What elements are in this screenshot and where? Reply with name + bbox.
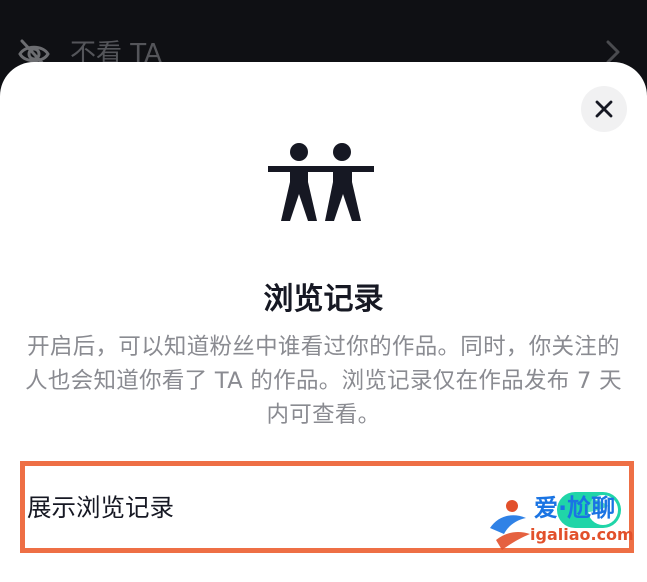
close-icon: [595, 100, 613, 118]
close-button[interactable]: [581, 86, 627, 132]
watermark-title: 爱·尬聊: [534, 494, 616, 522]
show-browse-history-label: 展示浏览记录: [27, 493, 174, 522]
watermark-domain: igaliao.com: [530, 525, 634, 544]
sheet-description: 开启后，可以知道粉丝中谁看过你的作品。同时，你关注的人也会知道你看了 TA 的作…: [25, 334, 622, 428]
sheet-title: 浏览记录: [263, 282, 384, 317]
two-people-icon: [268, 143, 374, 221]
